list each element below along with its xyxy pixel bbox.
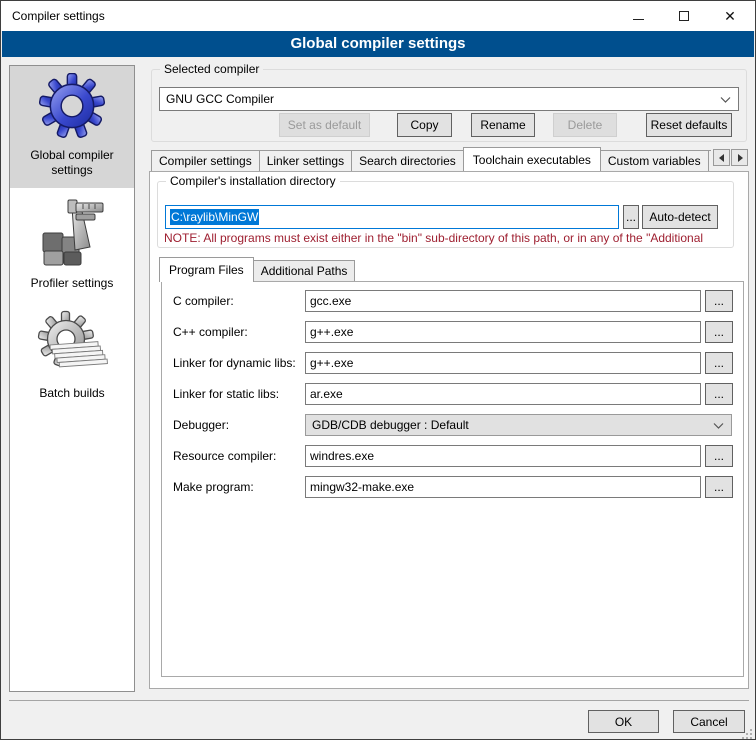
copy-button[interactable]: Copy	[397, 113, 452, 137]
bin-subdirectory-note: NOTE: All programs must exist either in …	[164, 231, 729, 245]
c-compiler-label: C compiler:	[173, 294, 234, 308]
sidebar-item-label: Profiler settings	[16, 276, 128, 291]
installation-directory-value: C:\raylib\MinGW	[170, 209, 259, 225]
rename-button[interactable]: Rename	[471, 113, 535, 137]
ok-button[interactable]: OK	[588, 710, 659, 733]
tab-linker-settings[interactable]: Linker settings	[259, 150, 352, 171]
make-program-label: Make program:	[173, 480, 254, 494]
delete-button: Delete	[553, 113, 617, 137]
linker-static-label: Linker for static libs:	[173, 387, 279, 401]
resize-grip[interactable]	[742, 726, 752, 736]
make-program-input[interactable]	[305, 476, 701, 498]
maximize-icon	[679, 11, 689, 21]
close-icon: ✕	[724, 8, 736, 25]
linker-static-input[interactable]	[305, 383, 701, 405]
left-triangle-icon	[719, 154, 725, 162]
tab-scroll-right-button[interactable]	[731, 149, 748, 166]
close-button[interactable]: ✕	[707, 1, 753, 31]
set-as-default-button: Set as default	[279, 113, 370, 137]
cpp-compiler-input[interactable]	[305, 321, 701, 343]
c-compiler-input[interactable]	[305, 290, 701, 312]
linker-dynamic-label: Linker for dynamic libs:	[173, 356, 296, 370]
gray-gear-stack-icon	[36, 309, 108, 382]
tab-toolchain-executables[interactable]: Toolchain executables	[463, 147, 601, 171]
minimize-button[interactable]	[615, 1, 661, 31]
tab-scroll-left-button[interactable]	[713, 149, 730, 166]
cpp-compiler-browse-button[interactable]: ...	[705, 321, 733, 343]
resource-compiler-input[interactable]	[305, 445, 701, 467]
installation-directory-input[interactable]: C:\raylib\MinGW	[165, 205, 619, 229]
chevron-down-icon	[720, 92, 731, 106]
tab-custom-variables[interactable]: Custom variables	[600, 150, 709, 171]
compiler-select[interactable]: GNU GCC Compiler	[159, 87, 739, 111]
settings-category-list: Global compiler settings	[9, 65, 135, 692]
debugger-label: Debugger:	[173, 418, 229, 432]
right-triangle-icon	[737, 154, 743, 162]
installation-directory-browse-button[interactable]: ...	[623, 205, 639, 229]
sidebar-item-label: Batch builds	[16, 386, 128, 401]
caliper-icon	[35, 195, 109, 272]
tab-build-options[interactable]: Builc	[708, 150, 711, 171]
subtab-additional-paths[interactable]: Additional Paths	[253, 260, 356, 281]
selected-compiler-group-label: Selected compiler	[160, 62, 263, 76]
linker-static-browse-button[interactable]: ...	[705, 383, 733, 405]
make-program-browse-button[interactable]: ...	[705, 476, 733, 498]
minimize-icon	[633, 19, 644, 20]
tab-search-directories[interactable]: Search directories	[351, 150, 464, 171]
compiler-select-value: GNU GCC Compiler	[166, 92, 274, 106]
compiler-settings-dialog: Compiler settings ✕ Global compiler sett…	[0, 0, 756, 740]
window-title: Compiler settings	[12, 1, 105, 31]
installation-directory-group-label: Compiler's installation directory	[166, 174, 340, 188]
sidebar-item-batch-builds[interactable]: Batch builds	[10, 302, 134, 420]
auto-detect-button[interactable]: Auto-detect	[642, 205, 718, 229]
files-tabstrip: Program Files Additional Paths	[159, 257, 354, 281]
blue-gear-icon	[39, 73, 105, 144]
reset-defaults-button[interactable]: Reset defaults	[646, 113, 732, 137]
debugger-select[interactable]: GDB/CDB debugger : Default	[305, 414, 732, 436]
main-tabstrip: Compiler settings Linker settings Search…	[151, 147, 711, 171]
linker-dynamic-input[interactable]	[305, 352, 701, 374]
tab-compiler-settings[interactable]: Compiler settings	[151, 150, 260, 171]
titlebar[interactable]: Compiler settings ✕	[1, 1, 755, 31]
page-title: Global compiler settings	[2, 31, 754, 57]
c-compiler-browse-button[interactable]: ...	[705, 290, 733, 312]
sidebar-item-profiler-settings[interactable]: Profiler settings	[10, 188, 134, 302]
resource-compiler-label: Resource compiler:	[173, 449, 276, 463]
cancel-button[interactable]: Cancel	[673, 710, 745, 733]
linker-dynamic-browse-button[interactable]: ...	[705, 352, 733, 374]
subtab-program-files[interactable]: Program Files	[159, 257, 254, 282]
maximize-button[interactable]	[661, 1, 707, 31]
cpp-compiler-label: C++ compiler:	[173, 325, 248, 339]
sidebar-item-label: Global compiler settings	[16, 148, 128, 178]
chevron-down-icon	[713, 418, 724, 432]
debugger-select-value: GDB/CDB debugger : Default	[312, 418, 469, 432]
footer-divider	[9, 700, 749, 701]
resource-compiler-browse-button[interactable]: ...	[705, 445, 733, 467]
sidebar-item-global-compiler-settings[interactable]: Global compiler settings	[10, 66, 134, 188]
